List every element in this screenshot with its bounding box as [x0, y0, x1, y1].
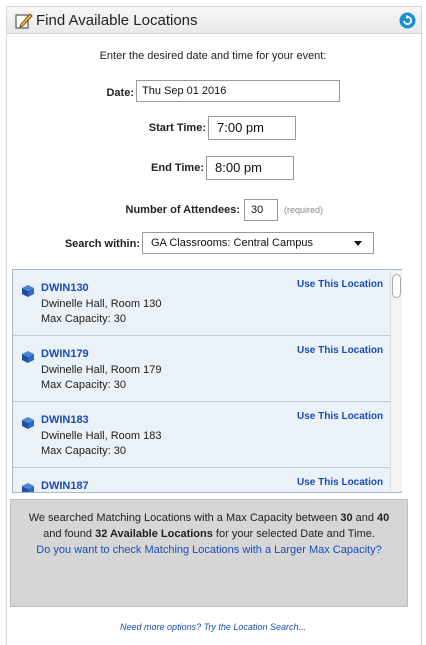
- panel-title: Find Available Locations: [36, 12, 198, 29]
- room-name-link[interactable]: DWIN187: [41, 480, 89, 492]
- end-time-label: End Time:: [151, 162, 204, 174]
- summary-max-capacity: 40: [377, 512, 390, 524]
- room-description: Dwinelle Hall, Room 179: [41, 364, 162, 376]
- start-time-label: Start Time:: [148, 122, 206, 134]
- search-summary: We searched Matching Locations with a Ma…: [10, 499, 408, 607]
- results-scrollbar[interactable]: [390, 271, 402, 491]
- end-time-field[interactable]: 8:00 pm: [206, 156, 294, 180]
- room-capacity: Max Capacity: 30: [41, 313, 126, 325]
- room-name-link[interactable]: DWIN130: [41, 282, 89, 294]
- summary-text: for your selected Date and Time.: [212, 528, 375, 540]
- date-field[interactable]: Thu Sep 01 2016: [136, 80, 340, 102]
- use-location-link[interactable]: Use This Location: [297, 411, 383, 422]
- refresh-icon[interactable]: [399, 12, 416, 29]
- room-description: Dwinelle Hall, Room 183: [41, 430, 162, 442]
- edit-icon: [15, 13, 33, 29]
- room-name-link[interactable]: DWIN183: [41, 414, 89, 426]
- list-item: DWIN179 Use This Location Dwinelle Hall,…: [13, 336, 401, 402]
- summary-text: We searched Matching Locations with a Ma…: [28, 512, 341, 524]
- list-item: DWIN130 Use This Location Dwinelle Hall,…: [13, 270, 401, 336]
- location-search-link[interactable]: Need more options? Try the Location Sear…: [6, 622, 420, 632]
- room-cube-icon: [22, 285, 34, 297]
- attendees-label: Number of Attendees:: [125, 204, 241, 216]
- intro-text: Enter the desired date and time for your…: [99, 50, 327, 62]
- attendees-field[interactable]: 30: [244, 199, 278, 221]
- room-capacity: Max Capacity: 30: [41, 379, 126, 391]
- room-capacity: Max Capacity: 30: [41, 445, 126, 457]
- date-label: Date:: [106, 87, 134, 99]
- list-item: DWIN183 Use This Location Dwinelle Hall,…: [13, 402, 401, 468]
- room-description: Dwinelle Hall, Room 130: [41, 298, 162, 310]
- room-name-link[interactable]: DWIN179: [41, 348, 89, 360]
- summary-text: and found: [43, 528, 96, 540]
- summary-found-count: 32 Available Locations: [95, 528, 213, 540]
- room-cube-icon: [22, 483, 34, 492]
- chevron-down-icon: [354, 241, 362, 246]
- search-within-select[interactable]: GA Classrooms: Central Campus: [142, 232, 374, 254]
- search-within-value: GA Classrooms: Central Campus: [151, 237, 313, 249]
- search-within-label: Search within:: [64, 238, 140, 250]
- start-time-field[interactable]: 7:00 pm: [208, 116, 296, 140]
- attendees-required-note: (required): [284, 205, 324, 215]
- panel-header: Find Available Locations: [7, 7, 421, 34]
- list-item: DWIN187 Use This Location: [13, 468, 401, 492]
- summary-text: and: [352, 512, 378, 524]
- room-cube-icon: [22, 351, 34, 363]
- summary-min-capacity: 30: [340, 512, 353, 524]
- use-location-link[interactable]: Use This Location: [297, 279, 383, 290]
- scrollbar-thumb[interactable]: [392, 274, 401, 298]
- use-location-link[interactable]: Use This Location: [297, 477, 383, 488]
- larger-capacity-link[interactable]: Do you want to check Matching Locations …: [36, 544, 381, 556]
- use-location-link[interactable]: Use This Location: [297, 345, 383, 356]
- room-cube-icon: [22, 417, 34, 429]
- results-list[interactable]: DWIN130 Use This Location Dwinelle Hall,…: [12, 269, 402, 493]
